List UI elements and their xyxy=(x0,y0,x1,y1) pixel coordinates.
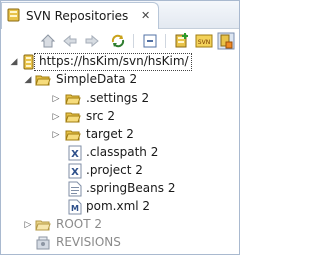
tree-row-folder[interactable]: ▷ .settings 2 xyxy=(1,90,239,108)
chevron-right-icon[interactable]: ▷ xyxy=(51,112,61,122)
folder-icon xyxy=(65,91,81,107)
xml-file-icon: X xyxy=(67,145,83,161)
chevron-down-icon[interactable]: ◢ xyxy=(23,75,33,85)
tree-row-folder[interactable]: ▷ target 2 xyxy=(1,126,239,144)
tree-row-file[interactable]: X .project 2 xyxy=(1,162,239,180)
focus-outline xyxy=(34,53,192,71)
maven-pom-icon: M xyxy=(67,199,83,215)
toolbar-separator xyxy=(133,34,134,48)
toolbar-separator xyxy=(165,34,166,48)
tree-row-repository[interactable]: ◢ https://hsKim/svn/hsKim/ xyxy=(1,53,239,71)
tree-row-revisions[interactable]: REVISIONS xyxy=(1,234,239,252)
home-icon[interactable] xyxy=(39,32,57,50)
tree-item-label: src 2 xyxy=(86,109,115,123)
svn-repositories-tab[interactable]: SVN Repositories ✕ xyxy=(1,2,159,29)
close-icon[interactable]: ✕ xyxy=(141,9,150,22)
tab-title: SVN Repositories xyxy=(26,9,129,23)
tree-item-label: REVISIONS xyxy=(56,235,121,249)
tree-row-file[interactable]: M pom.xml 2 xyxy=(1,198,239,216)
tree-item-label: pom.xml 2 xyxy=(86,199,151,213)
folder-icon xyxy=(35,217,51,233)
tree-item-label: target 2 xyxy=(86,127,134,141)
tree-row-folder[interactable]: ▷ src 2 xyxy=(1,108,239,126)
view-toolbar: SVN xyxy=(1,29,239,53)
tree-item-label: .springBeans 2 xyxy=(86,181,176,195)
svg-text:X: X xyxy=(71,167,79,178)
tree-row-project[interactable]: ◢ SimpleData 2 xyxy=(1,71,239,89)
folder-icon xyxy=(65,127,81,143)
refresh-icon[interactable] xyxy=(109,32,127,50)
tree-item-label: .classpath 2 xyxy=(86,145,159,159)
xml-file-icon: X xyxy=(67,163,83,179)
back-icon[interactable] xyxy=(61,32,79,50)
chevron-down-icon[interactable]: ◢ xyxy=(9,57,19,67)
svn-repositories-view: SVN Repositories ✕ SVN ◢ https://hsKim/s… xyxy=(0,0,240,255)
svn-import-icon[interactable]: SVN xyxy=(195,32,213,50)
forward-icon[interactable] xyxy=(83,32,101,50)
view-tab-bar: SVN Repositories ✕ xyxy=(1,1,239,29)
revisions-icon xyxy=(35,235,51,251)
tree-item-label: .settings 2 xyxy=(86,91,150,105)
chevron-right-icon[interactable]: ▷ xyxy=(51,130,61,140)
chevron-right-icon[interactable]: ▷ xyxy=(51,94,61,104)
link-with-editor-icon[interactable] xyxy=(217,32,235,50)
tree-item-label: .project 2 xyxy=(86,163,143,177)
tree-row-file[interactable]: .springBeans 2 xyxy=(1,180,239,198)
svg-text:M: M xyxy=(71,204,79,213)
svn-repository-icon xyxy=(6,7,22,26)
tree-item-label: ROOT 2 xyxy=(56,217,103,231)
tree-row-root[interactable]: ▷ ROOT 2 xyxy=(1,216,239,234)
chevron-right-icon[interactable]: ▷ xyxy=(23,220,33,230)
tree-row-file[interactable]: X .classpath 2 xyxy=(1,144,239,162)
svg-text:X: X xyxy=(71,149,79,160)
text-file-icon xyxy=(67,181,83,197)
open-folder-icon xyxy=(35,72,51,88)
collapse-all-icon[interactable] xyxy=(141,32,159,50)
folder-icon xyxy=(65,109,81,125)
project-label: SimpleData 2 xyxy=(56,72,138,86)
svg-text:SVN: SVN xyxy=(198,39,210,46)
new-repository-icon[interactable] xyxy=(173,32,191,50)
